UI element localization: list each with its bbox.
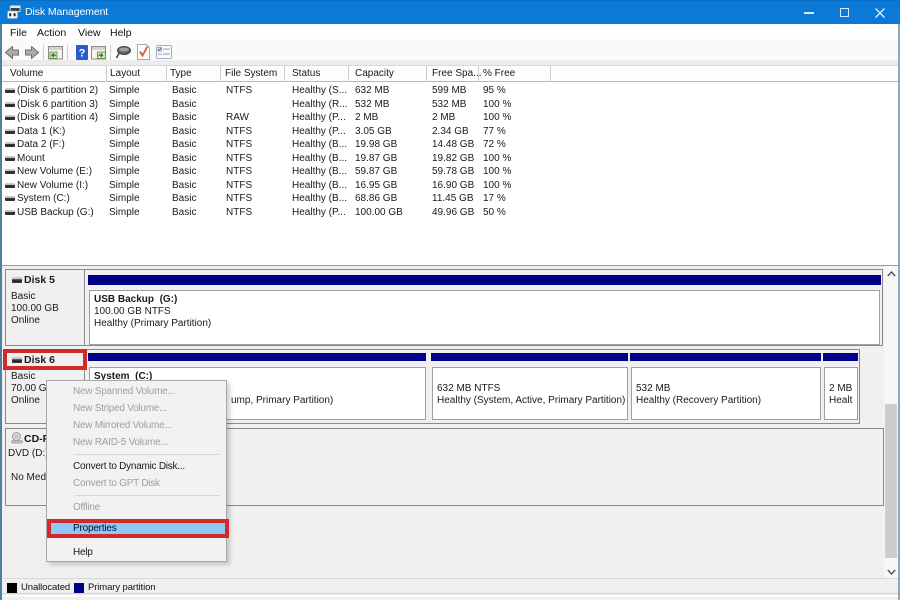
svg-text:?: ?: [79, 48, 86, 60]
